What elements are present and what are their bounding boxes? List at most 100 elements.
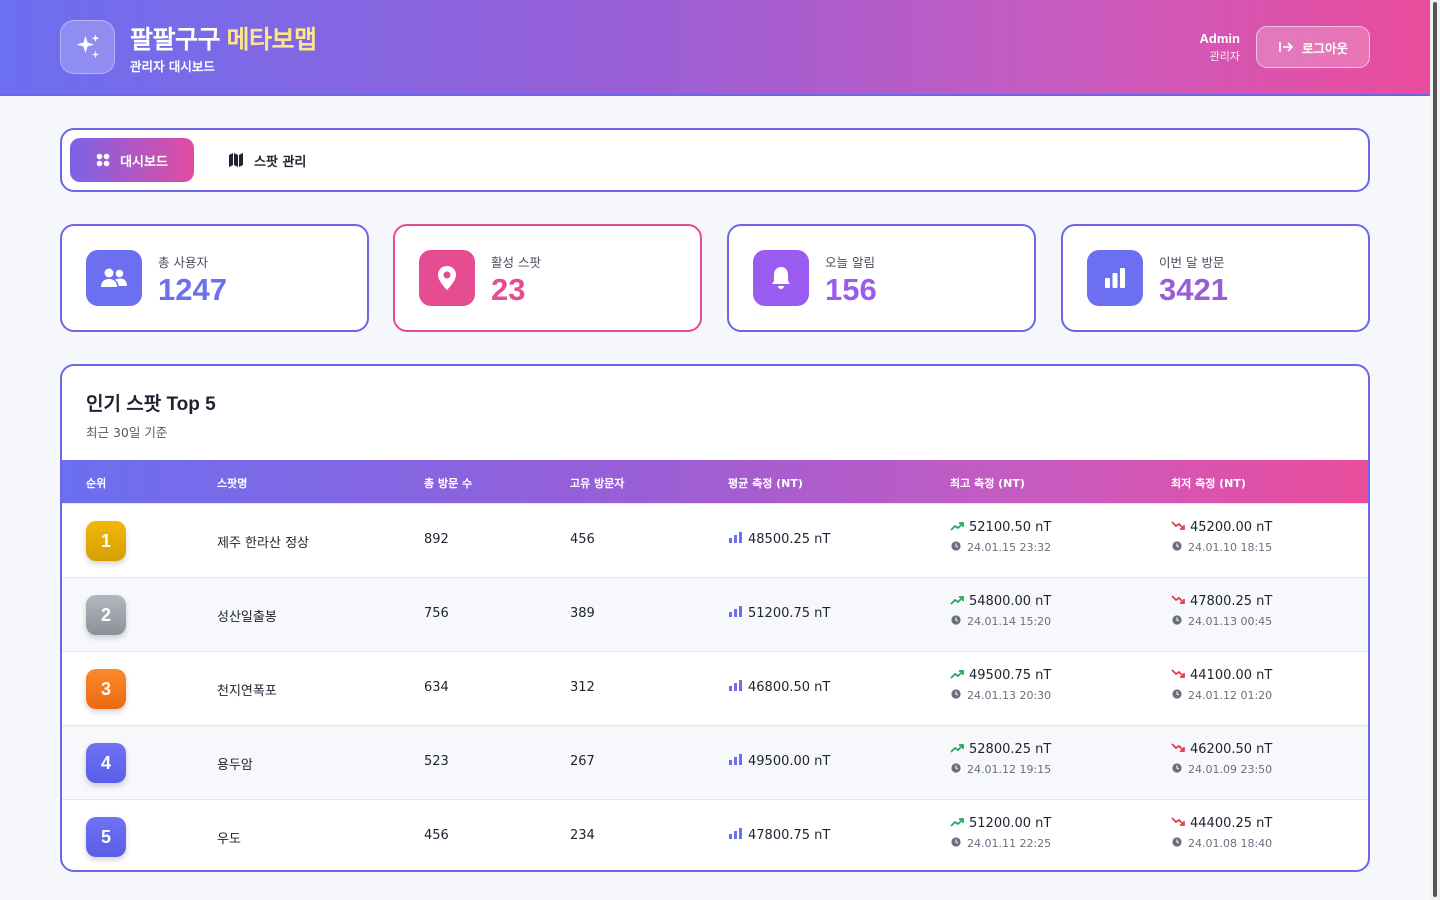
bar-chart-icon — [729, 680, 742, 695]
avg-value: 46800.50 nT — [748, 680, 831, 695]
col-spot-name: 스팟명 — [217, 477, 248, 490]
trend-up-icon — [950, 520, 964, 535]
table-row[interactable]: 5 우도 456 234 47800.75 nT 51200.00 nT 24.… — [62, 799, 1368, 870]
trend-up-icon — [950, 668, 964, 683]
min-time: 24.01.13 00:45 — [1188, 615, 1273, 628]
users-icon — [86, 250, 142, 306]
unique-visitors: 267 — [570, 754, 595, 769]
min-time: 24.01.12 01:20 — [1188, 689, 1273, 702]
max-time: 24.01.15 23:32 — [967, 541, 1052, 554]
total-visits: 634 — [424, 680, 449, 695]
spot-name: 용두암 — [217, 758, 253, 773]
admin-name: Admin — [1199, 31, 1240, 46]
trend-down-icon — [1171, 594, 1185, 609]
table-subtitle: 최근 30일 기준 — [86, 425, 168, 440]
rank-badge: 4 — [86, 743, 126, 783]
max-measure: 51200.00 nT 24.01.11 22:25 — [950, 816, 1051, 850]
min-time: 24.01.09 23:50 — [1188, 763, 1273, 776]
min-time: 24.01.08 18:40 — [1188, 837, 1273, 850]
avg-measure: 48500.25 nT — [729, 532, 830, 547]
avg-measure: 49500.00 nT — [729, 754, 830, 769]
bar-chart-icon — [729, 532, 742, 547]
spot-name: 우도 — [217, 832, 241, 847]
total-visits: 756 — [424, 606, 449, 621]
trend-up-icon — [950, 594, 964, 609]
tab-dashboard[interactable]: 대시보드 — [70, 138, 194, 182]
clock-icon — [1172, 541, 1182, 554]
avg-measure: 51200.75 nT — [729, 606, 830, 621]
max-time: 24.01.12 19:15 — [967, 763, 1052, 776]
map-icon — [229, 153, 243, 167]
sparkles-icon — [60, 20, 115, 74]
stat-value: 156 — [825, 272, 877, 307]
tab-spot-management-label: 스팟 관리 — [254, 154, 307, 170]
min-value: 45200.00 nT — [1190, 520, 1273, 535]
rank-badge: 5 — [86, 817, 126, 857]
min-measure: 47800.25 nT 24.01.13 00:45 — [1171, 594, 1272, 628]
min-measure: 44100.00 nT 24.01.12 01:20 — [1171, 668, 1272, 702]
clock-icon — [951, 541, 961, 554]
scrollbar-thumb[interactable] — [1433, 2, 1437, 897]
stat-value: 1247 — [158, 272, 227, 307]
stat-value: 23 — [491, 272, 526, 307]
col-total-visits: 총 방문 수 — [424, 477, 473, 490]
logout-button[interactable]: 로그아웃 — [1256, 26, 1370, 68]
clock-icon — [951, 763, 961, 776]
min-measure: 46200.50 nT 24.01.09 23:50 — [1171, 742, 1272, 776]
stat-card-active-spots: 활성 스팟 23 — [393, 224, 702, 332]
spot-name: 성산일출봉 — [217, 610, 277, 625]
table-header: 순위 스팟명 총 방문 수 고유 방문자 평균 측정 (NT) 최고 측정 (N… — [62, 460, 1368, 503]
bar-chart-icon — [729, 754, 742, 769]
table-row[interactable]: 4 용두암 523 267 49500.00 nT 52800.25 nT 24… — [62, 725, 1368, 799]
bar-chart-icon — [729, 828, 742, 843]
total-visits: 523 — [424, 754, 449, 769]
brand-title: 팔팔구구 메타보맵 — [130, 26, 317, 54]
max-value: 51200.00 nT — [969, 816, 1052, 831]
stat-value: 3421 — [1159, 272, 1228, 307]
logout-label: 로그아웃 — [1301, 40, 1348, 56]
table-row[interactable]: 2 성산일출봉 756 389 51200.75 nT 54800.00 nT … — [62, 577, 1368, 651]
total-visits: 456 — [424, 828, 449, 843]
rank-badge: 2 — [86, 595, 126, 635]
tab-bar: 대시보드 스팟 관리 — [60, 128, 1370, 192]
unique-visitors: 234 — [570, 828, 595, 843]
max-value: 52100.50 nT — [969, 520, 1052, 535]
clock-icon — [951, 689, 961, 702]
tab-spot-management[interactable]: 스팟 관리 — [226, 138, 346, 182]
avg-measure: 46800.50 nT — [729, 680, 830, 695]
unique-visitors: 312 — [570, 680, 595, 695]
table-row[interactable]: 3 천지연폭포 634 312 46800.50 nT 49500.75 nT … — [62, 651, 1368, 725]
stat-label: 총 사용자 — [158, 255, 208, 270]
trend-down-icon — [1171, 816, 1185, 831]
min-value: 47800.25 nT — [1190, 594, 1273, 609]
avg-value: 51200.75 nT — [748, 606, 831, 621]
trend-down-icon — [1171, 520, 1185, 535]
avg-value: 48500.25 nT — [748, 532, 831, 547]
min-time: 24.01.10 18:15 — [1188, 541, 1273, 554]
table-row[interactable]: 1 제주 한라산 정상 892 456 48500.25 nT 52100.50… — [62, 503, 1368, 577]
min-value: 44400.25 nT — [1190, 816, 1273, 831]
max-measure: 52800.25 nT 24.01.12 19:15 — [950, 742, 1051, 776]
stat-label: 활성 스팟 — [491, 255, 541, 270]
rank-badge: 1 — [86, 521, 126, 561]
col-rank: 순위 — [86, 477, 107, 490]
popular-spots-card: 인기 스팟 Top 5 최근 30일 기준 순위 스팟명 총 방문 수 고유 방… — [60, 364, 1370, 872]
bar-chart-icon — [1087, 250, 1143, 306]
stat-card-today-alerts: 오늘 알림 156 — [727, 224, 1036, 332]
col-unique-visitors: 고유 방문자 — [570, 477, 625, 490]
brand-subtitle: 관리자 대시보드 — [130, 59, 215, 74]
stat-card-total-users: 총 사용자 1247 — [60, 224, 369, 332]
scrollbar[interactable] — [1430, 0, 1440, 900]
bar-chart-icon — [729, 606, 742, 621]
map-pin-icon — [419, 250, 475, 306]
trend-down-icon — [1171, 742, 1185, 757]
min-measure: 44400.25 nT 24.01.08 18:40 — [1171, 816, 1272, 850]
admin-info: Admin 관리자 — [1200, 31, 1240, 64]
min-measure: 45200.00 nT 24.01.10 18:15 — [1171, 520, 1272, 554]
trend-up-icon — [950, 816, 964, 831]
clock-icon — [1172, 689, 1182, 702]
logout-icon — [1279, 42, 1294, 52]
spot-name: 제주 한라산 정상 — [217, 536, 309, 551]
avg-value: 47800.75 nT — [748, 828, 831, 843]
max-value: 54800.00 nT — [969, 594, 1052, 609]
